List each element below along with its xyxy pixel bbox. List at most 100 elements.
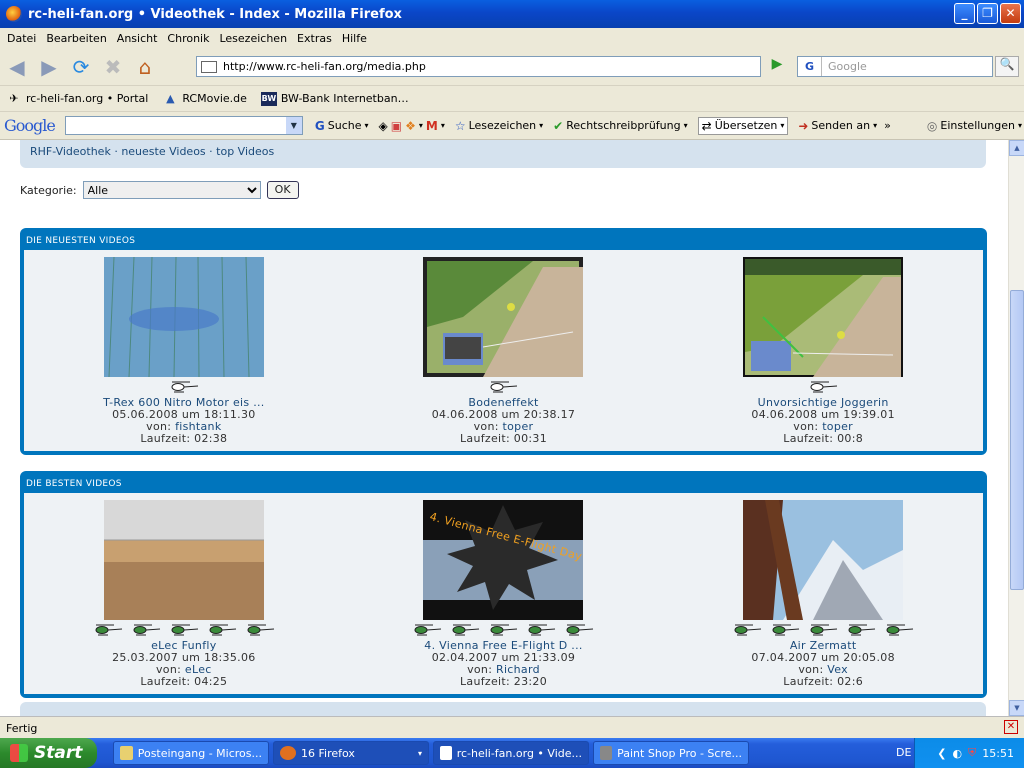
task-rc-heli-fan[interactable]: rc-heli-fan.org • Vide... <box>433 741 589 765</box>
nav-link-videothek[interactable]: RHF-Videothek <box>30 145 111 158</box>
nav-link-neueste[interactable]: neueste Videos <box>121 145 205 158</box>
translate-icon: ⇄ <box>701 118 712 133</box>
forward-arrow-icon[interactable]: ▶ <box>36 54 62 80</box>
duration-label: Laufzeit: <box>140 675 191 688</box>
menu-extras[interactable]: Extras <box>292 32 337 45</box>
video-duration: 04:25 <box>194 675 228 688</box>
video-duration: 02:38 <box>194 432 228 445</box>
stop-icon[interactable]: ✖ <box>100 54 126 80</box>
bookmark-rcmovie[interactable]: ▲ RCMovie.de <box>162 92 247 106</box>
panel-header: DIE BESTEN VIDEOS <box>26 479 122 489</box>
status-bar: Fertig ✕ <box>0 716 1024 738</box>
task-paint-shop-pro[interactable]: Paint Shop Pro - Scre... <box>593 741 749 765</box>
menu-hilfe[interactable]: Hilfe <box>337 32 372 45</box>
video-thumbnail[interactable] <box>423 257 584 377</box>
popup-blocker-icon: ▣ <box>390 118 403 133</box>
video-thumbnail[interactable] <box>103 257 264 377</box>
home-icon[interactable]: ⌂ <box>132 54 158 80</box>
google-search-input[interactable]: ▼ <box>64 116 303 135</box>
rating-helicopter-icon <box>810 624 838 636</box>
video-duration: 00:31 <box>513 432 547 445</box>
menu-bearbeiten[interactable]: Bearbeiten <box>41 32 111 45</box>
google-engine-icon[interactable]: G <box>798 57 822 76</box>
language-indicator[interactable]: DE <box>896 746 911 759</box>
menu-datei[interactable]: Datei <box>2 32 41 45</box>
google-search-button[interactable]: G Suche ▾ <box>315 119 369 133</box>
maximize-button[interactable]: ❐ <box>977 3 998 24</box>
go-arrow-icon[interactable]: ▶ <box>766 56 788 77</box>
dropdown-arrow-icon[interactable]: ▼ <box>285 117 302 134</box>
rating-helicopter-icon <box>95 624 122 636</box>
search-magnifier-icon[interactable]: 🔍 <box>995 56 1019 77</box>
category-select[interactable]: Alle <box>82 181 261 199</box>
google-g-icon: G <box>314 118 325 133</box>
bookmark-rc-heli-fan[interactable]: ✈ rc-heli-fan.org • Portal <box>6 92 148 106</box>
google-logo: Google <box>4 116 56 135</box>
lesezeichen-button[interactable]: ☆ Lesezeichen ▾ <box>455 119 543 133</box>
video-item: T-Rex 600 Nitro Motor eis ... 05.06.2008… <box>74 257 294 451</box>
gmail-icon: M <box>425 118 438 133</box>
minimize-button[interactable]: _ <box>954 3 975 24</box>
network-icon[interactable]: ◐ <box>952 747 962 760</box>
clock[interactable]: 15:51 <box>982 747 1014 760</box>
spellcheck-button[interactable]: ✔ Rechtschreibprüfung ▾ <box>553 119 687 133</box>
star-icon: ☆ <box>454 118 466 133</box>
menu-lesezeichen[interactable]: Lesezeichen <box>214 32 292 45</box>
senden-label: Senden an <box>811 119 871 132</box>
senden-button[interactable]: ➜ Senden an ▾» <box>798 119 890 133</box>
page-task-icon <box>440 746 452 760</box>
video-thumbnail[interactable]: 4. Vienna Free E-Flight Day <box>423 500 584 620</box>
firefox-task-icon <box>280 746 296 760</box>
rating-helicopter-icon <box>171 624 198 636</box>
menu-bar: Datei Bearbeiten Ansicht Chronik Lesezei… <box>0 28 1024 48</box>
video-item: Air Zermatt 07.04.2007 um 20:05.08 von: … <box>713 500 933 694</box>
back-arrow-icon[interactable]: ◀ <box>4 54 30 80</box>
rating-helicopter-icon <box>848 624 876 636</box>
rating-helicopter-icon <box>566 624 594 636</box>
task-label: 16 Firefox <box>301 746 355 760</box>
settings-button[interactable]: ◎ Einstellungen ▾ <box>927 119 1022 133</box>
page-icon <box>201 60 217 73</box>
nav-link-top[interactable]: top Videos <box>216 145 274 158</box>
tray-arrow-icon[interactable]: ❮ <box>937 747 946 760</box>
title-bar: rc-heli-fan.org • Videothek - Index - Mo… <box>0 0 1024 28</box>
videothek-nav: RHF-Videothek · neueste Videos · top Vid… <box>20 140 986 168</box>
task-firefox-group[interactable]: 16 Firefox ▾ <box>273 741 429 765</box>
video-thumbnail[interactable] <box>103 500 264 620</box>
more-chevron-icon[interactable]: » <box>884 119 891 132</box>
task-outlook[interactable]: Posteingang - Micros... <box>113 741 269 765</box>
toolbar-icons-group[interactable]: ◈ ▣ ❖ ▾ M ▾ <box>379 119 445 133</box>
scroll-up-arrow-icon[interactable]: ▲ <box>1009 140 1024 156</box>
rating-helicopter-icon <box>452 624 480 636</box>
security-icon[interactable]: ⛨ <box>968 746 976 760</box>
lesezeichen-label: Lesezeichen <box>468 119 537 132</box>
video-thumbnail[interactable] <box>743 257 904 377</box>
url-bar[interactable]: http://www.rc-heli-fan.org/media.php <box>196 56 761 77</box>
spellcheck-label: Rechtschreibprüfung <box>566 119 681 132</box>
duration-label: Laufzeit: <box>783 432 834 445</box>
adblock-close-icon[interactable]: ✕ <box>1004 720 1018 734</box>
rating-helicopter-icon <box>247 624 274 636</box>
reload-icon[interactable]: ⟳ <box>68 54 94 80</box>
bookmark-label: rc-heli-fan.org • Portal <box>26 92 149 105</box>
bookmark-label: RCMovie.de <box>182 92 247 105</box>
bookmark-bw-bank[interactable]: BW BW-Bank Internetban… <box>260 91 409 106</box>
vertical-scrollbar[interactable]: ▲ ▼ <box>1008 140 1024 716</box>
rating-helicopter-icon <box>209 624 236 636</box>
translate-button[interactable]: ⇄ Übersetzen ▾ <box>697 116 789 135</box>
ok-button[interactable]: OK <box>266 181 299 199</box>
menu-ansicht[interactable]: Ansicht <box>112 32 163 45</box>
close-button[interactable]: ✕ <box>1000 3 1021 24</box>
scroll-down-arrow-icon[interactable]: ▼ <box>1009 700 1024 716</box>
translate-label: Übersetzen <box>714 119 778 132</box>
scroll-thumb[interactable] <box>1010 290 1024 590</box>
start-button[interactable]: Start <box>0 738 97 768</box>
windows-flag-icon <box>10 744 28 762</box>
duration-label: Laufzeit: <box>459 675 510 688</box>
task-label: rc-heli-fan.org • Vide... <box>456 746 582 760</box>
rating-helicopter-icon <box>171 381 198 393</box>
menu-chronik[interactable]: Chronik <box>162 32 214 45</box>
search-input[interactable]: G Google <box>797 56 993 77</box>
send-icon: ➜ <box>798 118 809 133</box>
video-thumbnail[interactable] <box>743 500 904 620</box>
